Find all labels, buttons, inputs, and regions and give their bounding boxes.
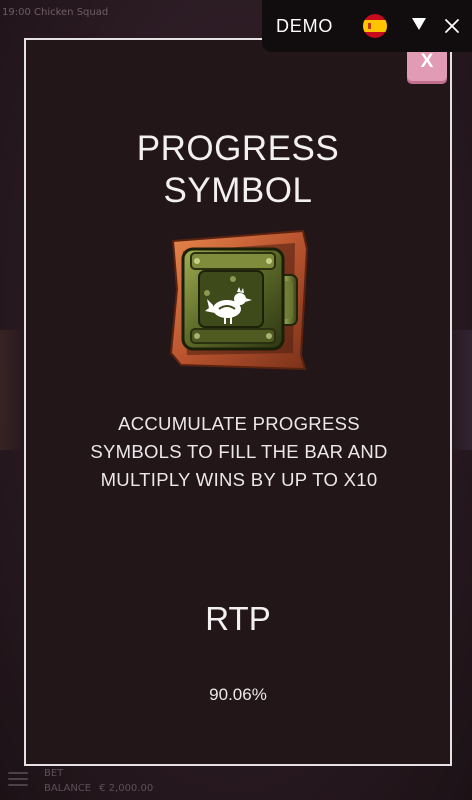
triangle-down-icon[interactable] [410,16,428,32]
paytable-info-panel: PROGRESS SYMBOL ACCUMULATE PROGRESS SYMB… [24,38,452,766]
progress-symbol-crate-icon [169,229,311,371]
bet-display: BET [44,768,63,779]
balance-display: BALANCE € 2,000.00 [44,783,153,794]
background-bottom-bar: BET BALANCE € 2,000.00 [0,764,472,800]
rtp-value: 90.06% [209,685,267,704]
bet-label: BET [44,768,64,779]
demo-bar: DEMO [262,0,472,52]
balance-value: € 2,000.00 [99,783,154,794]
page-title: PROGRESS SYMBOL [136,129,340,210]
spain-flag-icon[interactable] [363,14,387,38]
demo-label: DEMO [276,16,334,36]
symbol-description: ACCUMULATE PROGRESS SYMBOLS TO FILL THE … [90,413,388,490]
game-screen: 19:00 Chicken Squad BET BALANCE € 2,000.0… [0,0,472,800]
rtp-label: RTP [205,600,271,637]
balance-label: BALANCE [44,783,92,794]
background-game-art-left [0,330,24,450]
close-icon[interactable] [443,17,461,35]
menu-icon [8,772,28,786]
